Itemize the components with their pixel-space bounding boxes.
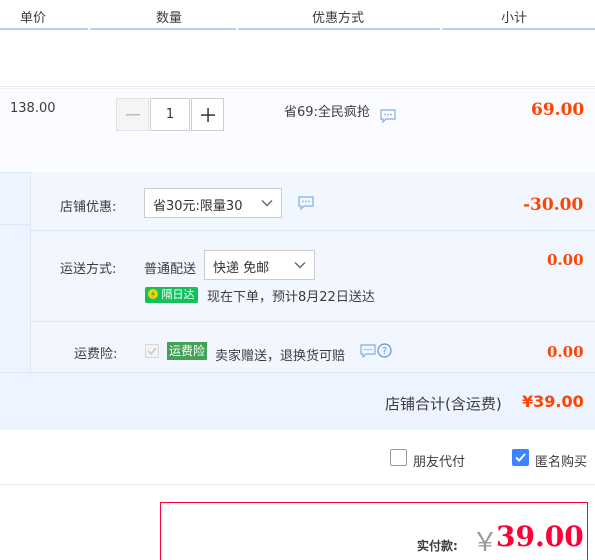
header-discount-method: 优惠方式 [312, 11, 365, 26]
chevron-down-icon [294, 262, 306, 269]
plus-icon [200, 107, 215, 122]
friend-pay-label[interactable]: 朋友代付 [413, 451, 465, 470]
lightning-icon [148, 289, 158, 299]
freight-insurance-checkbox [145, 344, 159, 358]
quantity-input[interactable]: 1 [150, 98, 190, 131]
delivery-estimate: 现在下单，预计8月22日送达 [207, 290, 375, 305]
shop-total-label: 店铺合计(含运费) [385, 395, 502, 413]
shipping-method-select[interactable]: 快递 免邮 [204, 250, 315, 280]
header-unit-price: 单价 [20, 11, 47, 26]
divider [0, 484, 595, 485]
check-icon [515, 453, 526, 462]
shop-total-value: ¥39.00 [522, 392, 584, 411]
next-day-badge: 隔日达 [145, 287, 198, 303]
header-separator [440, 27, 442, 30]
freight-insurance-note: 卖家赠送，退换货可赔 [215, 349, 346, 364]
divider [0, 86, 595, 87]
payment-currency: ￥ [472, 528, 499, 558]
item-promo-text: 省69:全民疯抢 [284, 105, 370, 120]
shipping-label: 运送方式: [60, 262, 117, 277]
help-icon[interactable]: ? [377, 343, 392, 358]
divider [0, 372, 595, 373]
freight-insurance-label: 运费险: [74, 347, 118, 362]
freight-insurance-amount: 0.00 [547, 343, 584, 361]
shipping-method-prefix: 普通配送 [144, 262, 197, 277]
item-subtotal: 69.00 [531, 100, 585, 120]
chat-icon[interactable] [298, 196, 314, 210]
freight-insurance-badge: 运费险 [167, 342, 208, 360]
divider [30, 321, 595, 322]
quantity-decrease-button[interactable] [116, 98, 149, 131]
chevron-down-icon [261, 200, 273, 207]
shop-discount-selected: 省30元:限量30 [153, 199, 243, 214]
quantity-increase-button[interactable] [191, 98, 224, 131]
header-subtotal: 小计 [501, 11, 528, 26]
anonymous-label[interactable]: 匿名购买 [535, 451, 587, 470]
chat-icon[interactable] [360, 344, 376, 358]
friend-pay-checkbox[interactable] [390, 449, 407, 466]
shop-discount-select[interactable]: 省30元:限量30 [144, 188, 282, 218]
next-day-badge-text: 隔日达 [161, 288, 195, 301]
chat-icon[interactable] [380, 109, 396, 123]
order-table-header: 单价 数量 优惠方式 小计 [0, 0, 595, 30]
shipping-method-selected: 快递 免邮 [213, 261, 270, 276]
item-unit-price: 138.00 [10, 101, 56, 116]
minus-icon [125, 113, 140, 115]
svg-text:?: ? [382, 346, 387, 357]
divider [0, 224, 30, 225]
payment-value: 39.00 [496, 520, 584, 553]
check-icon [147, 347, 157, 356]
header-quantity: 数量 [156, 11, 183, 26]
header-separator [236, 27, 238, 30]
anonymous-checkbox[interactable] [512, 449, 529, 466]
shipping-amount: 0.00 [547, 251, 584, 269]
shop-discount-amount: -30.00 [523, 195, 584, 215]
header-separator [88, 27, 90, 30]
shop-discount-label: 店铺优惠: [60, 200, 117, 215]
divider [30, 230, 595, 231]
payment-label: 实付款: [417, 539, 458, 553]
